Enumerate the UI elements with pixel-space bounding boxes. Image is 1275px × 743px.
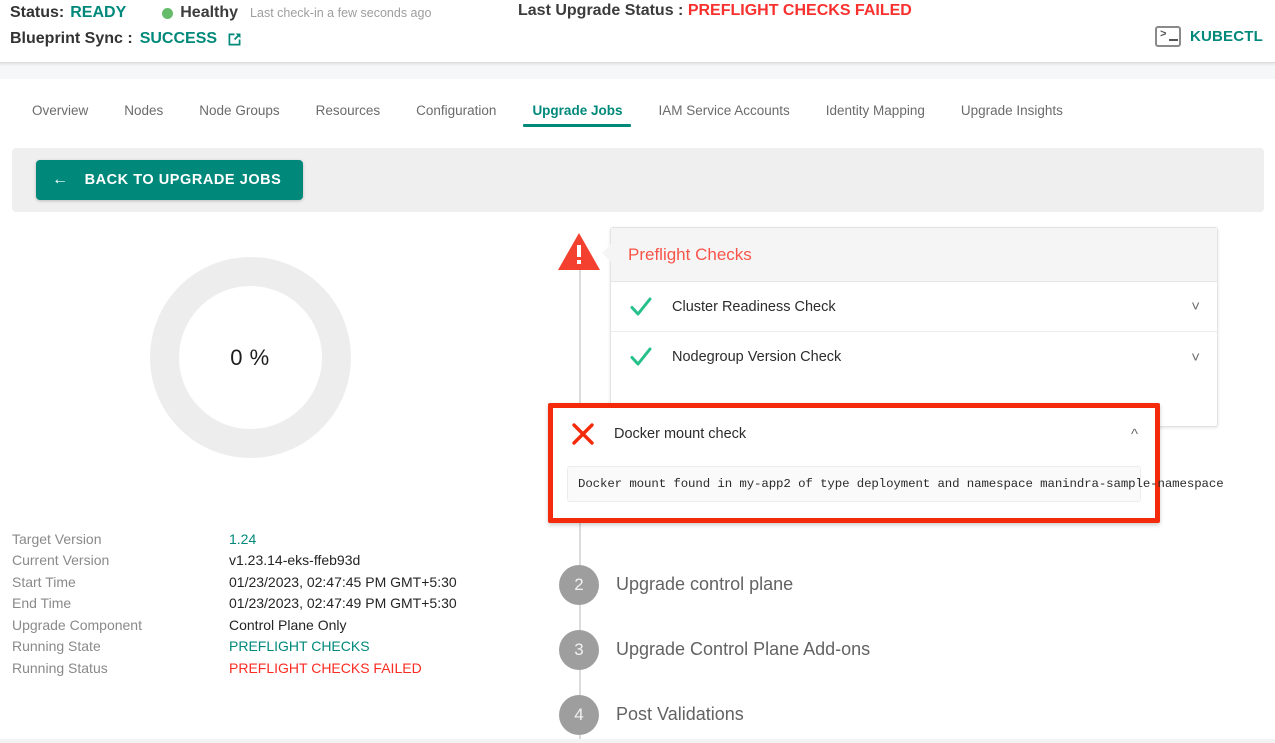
docker-mount-error-message: Docker mount found in my-app2 of type de… (567, 466, 1224, 502)
detail-row: Upgrade Component Control Plane Only (12, 614, 532, 636)
preflight-check-row[interactable]: Cluster Readiness Check ˅ (611, 282, 1217, 332)
tab-resources[interactable]: Resources (298, 86, 399, 134)
step-circle-3: 3 (559, 630, 599, 670)
step-label-4[interactable]: Post Validations (616, 704, 744, 725)
detail-label: Running Status (12, 659, 108, 676)
step-label-3[interactable]: Upgrade Control Plane Add-ons (616, 639, 870, 660)
tab-label: Configuration (416, 102, 497, 118)
last-upgrade-status-value: PREFLIGHT CHECKS FAILED (687, 2, 912, 19)
chevron-up-icon[interactable]: ^ (1131, 426, 1138, 443)
detail-label: End Time (12, 595, 72, 612)
tab-label: Nodes (124, 102, 164, 118)
tab-label: Upgrade Insights (960, 102, 1063, 118)
progress-percent-label: 0 % (230, 344, 270, 370)
preflight-check-row[interactable]: Nodegroup Version Check ˅ (611, 332, 1217, 382)
check-icon (628, 344, 672, 370)
detail-label: Upgrade Component (12, 616, 142, 633)
tab-label: Upgrade Jobs (532, 102, 623, 118)
status-row-secondary: Blueprint Sync : SUCCESS (10, 28, 243, 50)
last-upgrade-status: Last Upgrade Status : PREFLIGHT CHECKS F… (518, 2, 912, 20)
x-icon (570, 421, 614, 447)
step-label-2[interactable]: Upgrade control plane (616, 574, 793, 595)
blueprint-sync-label: Blueprint Sync : (10, 30, 133, 47)
tab-label: Resources (315, 102, 381, 118)
tab-label: IAM Service Accounts (658, 102, 790, 118)
preflight-checks-title: Preflight Checks (628, 244, 752, 264)
detail-value: Control Plane Only (229, 616, 347, 633)
detail-value: 01/23/2023, 02:47:45 PM GMT+5:30 (229, 573, 457, 590)
preflight-checks-card: Preflight Checks Cluster Readiness Check… (602, 227, 1218, 427)
header-strip (0, 67, 1275, 79)
health-dot-icon (162, 7, 174, 19)
detail-row: End Time 01/23/2023, 02:47:49 PM GMT+5:30 (12, 593, 532, 615)
detail-label: Target Version (12, 530, 102, 547)
tab-identity-mapping[interactable]: Identity Mapping (808, 86, 943, 134)
detail-row: Start Time 01/23/2023, 02:47:45 PM GMT+5:… (12, 571, 532, 593)
terminal-icon (1154, 26, 1181, 47)
detail-value: PREFLIGHT CHECKS FAILED (229, 659, 422, 676)
kubectl-button[interactable]: KUBECTL (1154, 26, 1263, 47)
chevron-down-icon[interactable]: ˅ (1191, 298, 1200, 315)
tab-overview[interactable]: Overview (14, 86, 106, 134)
detail-label: Running State (12, 638, 101, 655)
preflight-check-label: Nodegroup Version Check (672, 349, 842, 365)
status-label: Status: (10, 4, 65, 21)
arrow-left-icon: ← (52, 171, 69, 188)
preflight-checks-list: Cluster Readiness Check ˅ Nodegroup Versio… (611, 282, 1217, 382)
cluster-status-bar: Status: READY Healthy Last check-in a fe… (0, 0, 1275, 62)
detail-value: PREFLIGHT CHECKS (229, 638, 370, 655)
progress-donut: 0 % (149, 257, 351, 458)
external-link-icon[interactable] (226, 31, 243, 48)
action-toolbar: ← BACK TO UPGRADE JOBS (12, 148, 1264, 212)
detail-label: Current Version (12, 552, 110, 569)
detail-value: v1.23.14-eks-ffeb93d (229, 552, 361, 569)
detail-row: Target Version 1.24 (12, 528, 532, 550)
back-button-label: BACK TO UPGRADE JOBS (84, 172, 282, 188)
page-footer-divider (0, 739, 1275, 743)
status-value: READY (70, 4, 127, 21)
kubectl-label: KUBECTL (1189, 28, 1263, 45)
tab-configuration[interactable]: Configuration (398, 86, 514, 134)
docker-mount-check-row[interactable]: Docker mount check ^ (553, 408, 1155, 460)
last-upgrade-status-label: Last Upgrade Status : (518, 2, 684, 19)
check-icon (628, 294, 672, 320)
docker-mount-check-failed-box: Docker mount check ^ Docker mount found … (548, 403, 1224, 523)
tab-node-groups[interactable]: Node Groups (181, 86, 297, 134)
blueprint-sync-value: SUCCESS (139, 30, 218, 47)
job-summary-panel: 0 % Target Version 1.24 Current Version v1.… (0, 225, 545, 725)
warning-triangle-icon (556, 231, 602, 273)
docker-mount-check-label: Docker mount check (614, 426, 747, 442)
preflight-pointer-notch (602, 243, 612, 263)
tab-upgrade-insights[interactable]: Upgrade Insights (943, 86, 1081, 134)
tab-label: Node Groups (199, 102, 280, 118)
tab-label: Identity Mapping (825, 102, 925, 118)
health-label: Healthy (180, 4, 239, 21)
preflight-check-label: Cluster Readiness Check (672, 298, 836, 315)
detail-value: 01/23/2023, 02:47:49 PM GMT+5:30 (229, 595, 457, 612)
detail-row: Running Status PREFLIGHT CHECKS FAILED (12, 657, 532, 679)
upgrade-stepper: Preflight Checks Cluster Readiness Check… (548, 225, 1256, 743)
tab-nodes[interactable]: Nodes (106, 86, 181, 134)
detail-label: Start Time (12, 573, 76, 590)
step-circle-2: 2 (559, 565, 599, 605)
job-detail-list: Target Version 1.24 Current Version v1.23.1… (12, 528, 532, 679)
detail-row: Current Version v1.23.14-eks-ffeb93d (12, 550, 532, 572)
chevron-down-icon[interactable]: ˅ (1191, 349, 1200, 366)
tab-iam-service-accounts[interactable]: IAM Service Accounts (640, 86, 807, 134)
preflight-checks-header: Preflight Checks (602, 228, 1217, 282)
upgrade-job-detail-page: Status: READY Healthy Last check-in a fe… (0, 0, 1275, 743)
back-to-upgrade-jobs-button[interactable]: ← BACK TO UPGRADE JOBS (36, 160, 304, 200)
step-circle-4: 4 (559, 695, 599, 735)
cluster-tabs: Overview Nodes Node Groups Resources Configu… (0, 86, 1275, 134)
tab-label: Overview (32, 102, 89, 118)
progress-donut-wrapper: 0 % (0, 225, 500, 490)
tab-upgrade-jobs[interactable]: Upgrade Jobs (514, 86, 640, 134)
detail-row: Running State PREFLIGHT CHECKS (12, 636, 532, 658)
docker-mount-check-body: Docker mount found in my-app2 of type de… (553, 460, 1224, 518)
status-row-primary: Status: READY Healthy Last check-in a fe… (10, 2, 431, 24)
detail-value: 1.24 (229, 530, 257, 547)
last-checkin-text: Last check-in a few seconds ago (250, 6, 432, 20)
